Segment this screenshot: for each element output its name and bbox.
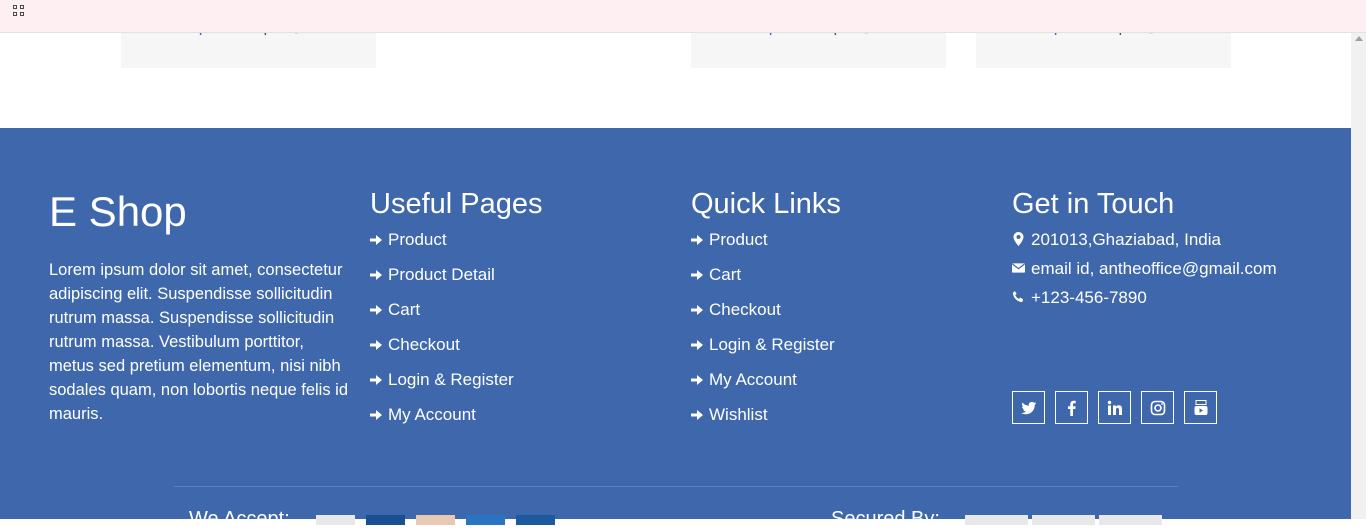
scroll-up-icon[interactable] — [1355, 36, 1363, 41]
link-label: Cart — [388, 300, 421, 319]
contact-title: Get in Touch — [1012, 188, 1175, 220]
arrow-right-icon — [370, 235, 382, 245]
top-toolbar — [0, 0, 1366, 33]
social-links — [1012, 391, 1217, 424]
footer-divider — [174, 486, 1178, 487]
facebook-icon — [1067, 400, 1076, 416]
arrow-right-icon — [691, 375, 703, 385]
vertical-scrollbar[interactable] — [1351, 32, 1366, 519]
useful-link-product[interactable]: Product — [370, 228, 543, 263]
quick-link-cart[interactable]: Cart — [691, 263, 841, 298]
quick-link-product[interactable]: Product — [691, 228, 841, 263]
twitter-link[interactable] — [1012, 391, 1045, 424]
map-marker-icon — [1013, 232, 1024, 246]
link-label: Product — [388, 230, 447, 249]
link-label: Product Detail — [388, 265, 495, 284]
we-accept-label: We Accept: — [189, 508, 290, 530]
arrow-right-icon — [691, 235, 703, 245]
arrow-right-icon — [691, 410, 703, 420]
payment-card-icon — [416, 515, 455, 525]
phone-text: +123-456-7890 — [1031, 288, 1147, 307]
useful-link-login-register[interactable]: Login & Register — [370, 368, 543, 403]
quick-link-login-register[interactable]: Login & Register — [691, 333, 841, 368]
quick-link-checkout[interactable]: Checkout — [691, 298, 841, 333]
contact-address: 201013,Ghaziabad, India — [1012, 228, 1312, 257]
useful-pages-title: Useful Pages — [370, 188, 543, 220]
quick-links-title: Quick Links — [691, 188, 841, 220]
quick-links-column: Quick Links Product Cart Checkout Login … — [691, 186, 841, 438]
footer-about-column: E Shop Lorem ipsum dolor sit amet, conse… — [49, 186, 349, 426]
facebook-link[interactable] — [1055, 391, 1088, 424]
useful-link-cart[interactable]: Cart — [370, 298, 543, 333]
link-label: Checkout — [388, 335, 460, 354]
envelope-icon — [1012, 263, 1025, 273]
arrow-right-icon — [370, 375, 382, 385]
security-badge-icon — [965, 515, 1028, 525]
link-label: Wishlist — [709, 405, 768, 424]
link-label: My Account — [709, 370, 797, 389]
twitter-icon — [1020, 401, 1036, 414]
arrow-right-icon — [691, 340, 703, 350]
arrow-right-icon — [370, 340, 382, 350]
payment-card-icon — [466, 515, 505, 525]
link-label: Login & Register — [709, 335, 835, 354]
arrow-right-icon — [691, 305, 703, 315]
link-label: Login & Register — [388, 370, 514, 389]
arrow-right-icon — [370, 270, 382, 280]
grid-icon[interactable] — [13, 5, 27, 19]
link-label: Cart — [709, 265, 742, 284]
payment-card-icon — [366, 515, 405, 525]
youtube-link[interactable] — [1184, 391, 1217, 424]
arrow-right-icon — [370, 410, 382, 420]
site-footer: E Shop Lorem ipsum dolor sit amet, conse… — [0, 128, 1351, 530]
linkedin-icon — [1107, 400, 1122, 415]
link-label: Checkout — [709, 300, 781, 319]
quick-link-my-account[interactable]: My Account — [691, 368, 841, 403]
payment-card-icon — [516, 515, 555, 525]
phone-icon — [1012, 290, 1024, 303]
email-text: email id, antheoffice@gmail.com — [1031, 259, 1277, 278]
contact-column: Get in Touch 201013,Ghaziabad, India ema… — [1012, 186, 1312, 446]
footer-about-text: Lorem ipsum dolor sit amet, consectetur … — [49, 261, 349, 423]
secured-by-label: Secured By: — [831, 508, 940, 530]
link-label: Product — [709, 230, 768, 249]
arrow-right-icon — [370, 305, 382, 315]
footer-brand[interactable]: E Shop — [49, 186, 349, 238]
arrow-right-icon — [691, 270, 703, 280]
payment-card-icon — [316, 515, 355, 525]
useful-link-my-account[interactable]: My Account — [370, 403, 543, 438]
address-text: 201013,Ghaziabad, India — [1031, 230, 1221, 249]
security-badge-icon — [1099, 515, 1162, 525]
instagram-link[interactable] — [1141, 391, 1174, 424]
useful-pages-column: Useful Pages Product Product Detail Cart… — [370, 186, 543, 438]
useful-link-product-detail[interactable]: Product Detail — [370, 263, 543, 298]
youtube-icon — [1194, 399, 1207, 415]
useful-link-checkout[interactable]: Checkout — [370, 333, 543, 368]
linkedin-link[interactable] — [1098, 391, 1131, 424]
contact-email[interactable]: email id, antheoffice@gmail.com — [1012, 257, 1312, 286]
contact-phone[interactable]: +123-456-7890 — [1012, 286, 1312, 315]
security-badge-icon — [1032, 515, 1095, 525]
link-label: My Account — [388, 405, 476, 424]
instagram-icon — [1150, 400, 1165, 415]
quick-link-wishlist[interactable]: Wishlist — [691, 403, 841, 438]
